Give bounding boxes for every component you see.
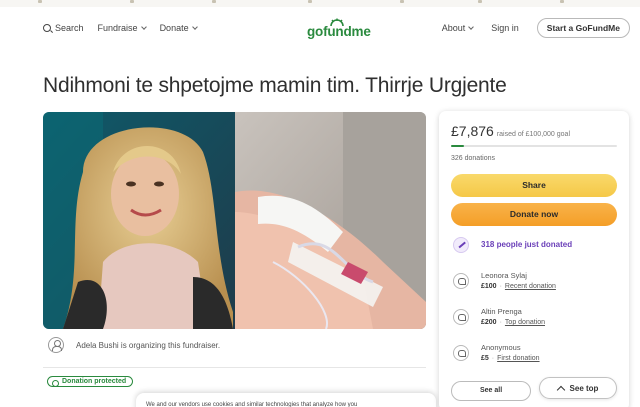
donor-amount: £100 <box>481 283 497 290</box>
donor-row: Leonora Sylaj £100 · Recent donation <box>451 267 621 303</box>
chevron-down-icon <box>468 23 475 30</box>
page-title: Ndihmoni te shpetojme mamin tim. Thirrje… <box>43 74 507 97</box>
donation-heart-icon <box>453 273 469 289</box>
donation-protected-label: Donation protected <box>62 378 127 385</box>
donation-card: £7,876 raised of £100,000 goal 326 donat… <box>439 111 629 407</box>
donor-row: Altin Prenga £200 · Top donation <box>451 303 621 339</box>
progress-fill <box>451 145 465 147</box>
strip-mark <box>478 0 482 3</box>
shield-icon <box>52 379 59 387</box>
cookie-text: We and our vendors use cookies and simil… <box>146 402 358 407</box>
signin-label: Sign in <box>491 23 519 33</box>
strip-mark <box>130 0 134 3</box>
start-gofundme-button[interactable]: Start a GoFundMe <box>536 18 630 38</box>
raised-summary: £7,876 raised of £100,000 goal <box>451 123 570 139</box>
donation-heart-icon <box>453 309 469 325</box>
donate-menu[interactable]: Donate <box>159 23 198 33</box>
logo-text: gofundme <box>307 24 371 39</box>
chevron-down-icon <box>191 23 198 30</box>
strip-mark <box>212 0 216 3</box>
donate-label: Donate <box>159 23 189 33</box>
donor-amount: £5 <box>481 355 489 362</box>
donation-tag-link[interactable]: Top donation <box>505 319 545 326</box>
donations-count: 326 donations <box>451 155 495 162</box>
strip-mark <box>560 0 564 3</box>
see-top-button[interactable]: See top <box>539 377 617 399</box>
see-all-button[interactable]: See all <box>451 381 531 401</box>
about-menu[interactable]: About <box>441 23 475 33</box>
raised-amount: £7,876 <box>451 123 494 139</box>
donation-tag-link[interactable]: Recent donation <box>505 283 556 290</box>
nav-right: About Sign in Start a GoFundMe <box>442 18 640 38</box>
top-strip <box>0 0 640 7</box>
fundraise-label: Fundraise <box>97 23 138 33</box>
donation-heart-icon <box>453 345 469 361</box>
search-label: Search <box>55 23 84 33</box>
donation-tag-link[interactable]: First donation <box>497 355 539 362</box>
donor-name: Altin Prenga <box>481 307 522 316</box>
arrow-up-icon <box>556 385 565 394</box>
organizer-text: Adela Bushi is organizing this fundraise… <box>76 340 221 350</box>
donor-detail: £200 · Top donation <box>481 319 546 326</box>
see-top-label: See top <box>569 383 599 393</box>
site-header: Search Fundraise Donate gofundme About S… <box>0 7 640 49</box>
organizer-info: Adela Bushi is organizing this fundraise… <box>48 337 220 353</box>
strip-mark <box>400 0 404 3</box>
signin-link[interactable]: Sign in <box>491 23 519 33</box>
chevron-down-icon <box>140 23 147 30</box>
donor-amount: £200 <box>481 319 497 326</box>
gofundme-logo[interactable]: gofundme <box>307 18 371 40</box>
donor-row: Anonymous £5 · First donation <box>451 339 621 375</box>
strip-mark <box>38 0 42 3</box>
donate-now-button[interactable]: Donate now <box>451 203 617 226</box>
fundraise-menu[interactable]: Fundraise <box>97 23 147 33</box>
donor-detail: £100 · Recent donation <box>481 283 556 290</box>
about-label: About <box>441 23 466 33</box>
divider <box>43 367 426 368</box>
search-link[interactable]: Search <box>43 23 84 33</box>
recent-count: 318 people just donated <box>481 240 573 249</box>
trending-icon <box>453 237 469 253</box>
user-icon <box>48 337 64 353</box>
strip-mark <box>308 0 312 3</box>
goal-text: raised of £100,000 goal <box>496 131 570 138</box>
campaign-photo[interactable] <box>43 112 426 329</box>
donor-name: Leonora Sylaj <box>481 271 527 280</box>
donation-activity: 318 people just donated Leonora Sylaj £1… <box>451 231 621 375</box>
donor-name: Anonymous <box>481 343 521 352</box>
donation-protected-badge[interactable]: Donation protected <box>47 376 134 387</box>
progress-bar <box>451 145 617 147</box>
recent-donors-summary: 318 people just donated <box>451 231 621 267</box>
nav-left: Search Fundraise Donate <box>43 23 211 33</box>
cookie-banner: We and our vendors use cookies and simil… <box>136 393 436 407</box>
search-icon <box>43 24 51 32</box>
share-button[interactable]: Share <box>451 174 617 197</box>
donor-detail: £5 · First donation <box>481 355 540 362</box>
